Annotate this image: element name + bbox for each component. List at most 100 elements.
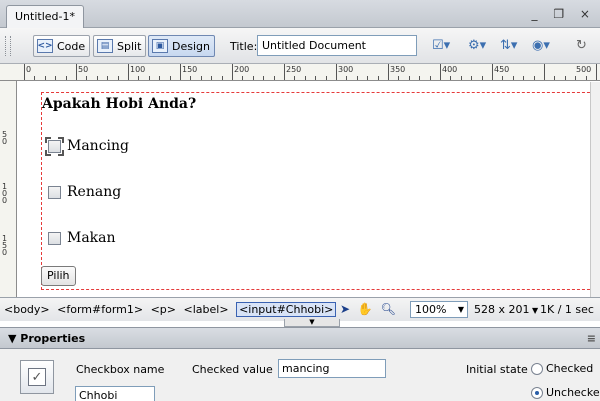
chevron-down-icon: ▼ bbox=[457, 305, 464, 314]
ruler-mark: 50 bbox=[78, 65, 89, 74]
state-checked-option[interactable]: Checked bbox=[531, 362, 593, 375]
initial-state-label: Initial state bbox=[466, 363, 528, 376]
code-view-label: Code bbox=[57, 39, 86, 53]
ruler-tick bbox=[159, 76, 161, 80]
window-controls[interactable]: _ ❐ × bbox=[532, 7, 596, 21]
tag-label[interactable]: <label> bbox=[184, 303, 229, 316]
ruler-mark: 50 bbox=[2, 130, 8, 146]
document-tab-bar: Untitled-1* _ ❐ × bbox=[0, 0, 600, 28]
tag-input-selected[interactable]: <input#Chhobi> bbox=[236, 302, 337, 317]
ruler-tick bbox=[440, 64, 441, 80]
option-mancing[interactable]: Mancing bbox=[45, 136, 129, 156]
ruler-tick bbox=[336, 64, 337, 80]
ruler-tick bbox=[346, 76, 348, 80]
validate-icon[interactable]: ☑▾ bbox=[432, 38, 450, 53]
panel-options-icon[interactable]: ≡ bbox=[587, 332, 596, 345]
ruler-tick bbox=[523, 76, 525, 80]
tag-p[interactable]: <p> bbox=[151, 303, 176, 316]
ruler-mark: 450 bbox=[494, 65, 510, 74]
state-checked-label: Checked bbox=[546, 362, 594, 375]
option-label: Renang bbox=[67, 184, 122, 200]
option-renang[interactable]: Renang bbox=[48, 184, 121, 200]
ruler-tick bbox=[304, 76, 306, 80]
design-view[interactable]: Apakah Hobi Anda? Mancing Renang Makan P… bbox=[18, 82, 600, 297]
refresh-icon[interactable]: ↻ bbox=[576, 38, 587, 53]
ruler-tick bbox=[544, 64, 545, 80]
ruler-tick bbox=[471, 76, 473, 80]
ruler-tick bbox=[325, 76, 327, 80]
ruler-tick bbox=[315, 76, 317, 80]
ruler-mark: 350 bbox=[390, 65, 406, 74]
split-view-button[interactable]: ▤ Split bbox=[93, 35, 147, 57]
ruler-tick bbox=[107, 76, 109, 80]
ruler-tick bbox=[34, 76, 36, 80]
ruler-tick bbox=[377, 76, 379, 80]
checked-value-input[interactable]: mancing bbox=[278, 359, 386, 378]
zoom-select[interactable]: 100% ▼ bbox=[410, 301, 468, 318]
checkbox-name-input[interactable]: Chhobi bbox=[75, 386, 155, 401]
ruler-mark: 0 bbox=[26, 65, 32, 74]
ruler-tick bbox=[200, 76, 202, 80]
zoom-value: 100% bbox=[415, 303, 447, 316]
ruler-tick bbox=[273, 76, 275, 80]
ruler-tick bbox=[419, 76, 421, 80]
toolbar-grip[interactable] bbox=[5, 36, 11, 56]
ruler-tick bbox=[86, 76, 88, 80]
properties-title: Properties bbox=[20, 332, 86, 345]
file-size-info: 1K / 1 sec bbox=[540, 303, 594, 316]
submit-button[interactable]: Pilih bbox=[41, 266, 76, 286]
ruler-tick bbox=[398, 76, 400, 80]
page-title-input[interactable]: Untitled Document bbox=[257, 35, 417, 56]
ruler-tick bbox=[512, 76, 514, 80]
browser-check-icon[interactable]: ⚙▾ bbox=[468, 38, 486, 53]
properties-panel-header[interactable]: ▼ Properties ≡ bbox=[0, 327, 600, 349]
state-checked-radio[interactable] bbox=[531, 363, 543, 375]
vertical-ruler: 50 100 150 bbox=[0, 81, 17, 297]
ruler-mark: 400 bbox=[442, 65, 458, 74]
tag-form[interactable]: <form#form1> bbox=[57, 303, 143, 316]
title-label: Title: bbox=[230, 40, 258, 53]
split-view-label: Split bbox=[117, 39, 142, 53]
window-size-value: 528 x 201 bbox=[474, 303, 530, 316]
ruler-tick bbox=[55, 76, 57, 80]
state-unchecked-label: Unchecked bbox=[546, 386, 600, 399]
code-view-button[interactable]: <> Code bbox=[33, 35, 91, 57]
checkbox-mancing[interactable] bbox=[45, 136, 64, 156]
ruler-tick bbox=[44, 76, 46, 80]
vertical-scrollbar[interactable] bbox=[590, 82, 600, 297]
option-makan[interactable]: Makan bbox=[48, 230, 116, 246]
ruler-tick bbox=[263, 76, 265, 80]
select-tool-icon[interactable]: ➤ bbox=[340, 302, 350, 316]
form-outline[interactable] bbox=[41, 92, 600, 290]
document-tab[interactable]: Untitled-1* bbox=[6, 5, 84, 28]
question-heading: Apakah Hobi Anda? bbox=[42, 96, 197, 112]
ruler-tick bbox=[232, 64, 233, 80]
hand-tool-icon[interactable]: ✋ bbox=[358, 302, 373, 316]
file-management-icon[interactable]: ⇅▾ bbox=[500, 38, 517, 53]
ruler-tick bbox=[190, 76, 192, 80]
code-view-icon: <> bbox=[37, 39, 53, 53]
tag-body[interactable]: <body> bbox=[4, 303, 50, 316]
preview-browser-icon[interactable]: ◉▾ bbox=[532, 38, 550, 53]
ruler-tick bbox=[76, 64, 77, 80]
ruler-mark: 100 bbox=[2, 182, 8, 205]
checkbox-renang[interactable] bbox=[48, 185, 61, 199]
state-unchecked-option[interactable]: Unchecked bbox=[531, 386, 600, 399]
checkbox-makan[interactable] bbox=[48, 231, 61, 245]
ruler-tick bbox=[128, 64, 129, 80]
ruler-mark: 300 bbox=[338, 65, 354, 74]
checkbox-type-icon: ✓ bbox=[20, 360, 54, 394]
status-tools: ➤ ✋ 🔍︎ bbox=[340, 302, 396, 316]
design-view-button[interactable]: ▣ Design bbox=[148, 35, 215, 57]
state-unchecked-radio[interactable] bbox=[531, 387, 543, 399]
zoom-tool-icon[interactable]: 🔍︎ bbox=[381, 302, 396, 316]
option-label: Mancing bbox=[67, 138, 129, 154]
status-bar: <body> <form#form1> <p> <label> <input#C… bbox=[0, 297, 600, 321]
ruler-mark: 100 bbox=[130, 65, 146, 74]
ruler-tick bbox=[96, 76, 98, 80]
panel-collapse-handle[interactable]: ▼ bbox=[284, 319, 340, 327]
ruler-mark: 500 bbox=[576, 65, 592, 74]
window-size[interactable]: 528 x 201 ▼ bbox=[474, 303, 538, 316]
ruler-tick bbox=[408, 76, 410, 80]
ruler-tick bbox=[294, 76, 296, 80]
